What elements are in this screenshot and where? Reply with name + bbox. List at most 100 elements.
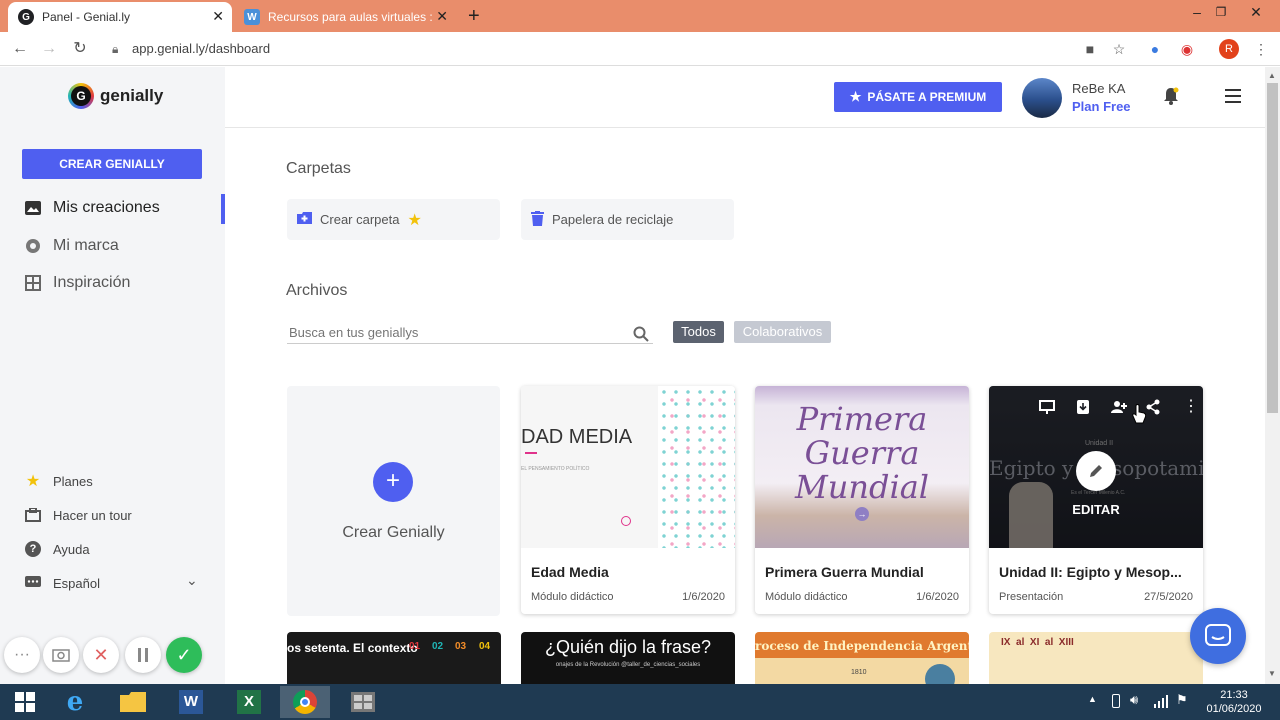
notification-bell-icon[interactable] — [1163, 87, 1179, 110]
nav-item-ayuda[interactable]: ? Ayuda — [24, 540, 90, 558]
nav-item-mi-marca[interactable]: Mi marca — [24, 237, 119, 255]
search-input[interactable] — [287, 322, 617, 340]
avatar[interactable] — [1022, 78, 1062, 118]
back-icon[interactable]: ← — [9, 39, 31, 59]
word-favicon-icon: W — [244, 9, 260, 25]
tab-title: Panel - Genial.ly — [42, 10, 131, 24]
scrollbar-thumb[interactable] — [1267, 83, 1278, 413]
genially-card-primera-guerra[interactable]: Primera Guerra Mundial → Primera Guerra … — [755, 386, 969, 614]
nav-label: Mis creaciones — [53, 199, 160, 216]
bookmark-star-icon[interactable]: ☆ — [1110, 40, 1128, 58]
create-genially-button[interactable]: CREAR GENIALLY — [22, 149, 202, 179]
nav-item-planes[interactable]: ★ Planes — [24, 472, 93, 490]
tab-recursos[interactable]: W Recursos para aulas virtuales :: Ta ✕ — [234, 2, 456, 32]
battery-icon[interactable] — [1112, 694, 1120, 708]
genially-logo[interactable]: G genially — [68, 83, 163, 109]
genially-card-row2-3[interactable]: roceso de Independencia Argentin 1810 — [755, 632, 969, 684]
network-icon[interactable] — [1154, 694, 1168, 713]
genially-card-unidad-ii[interactable]: Unidad II Egipto y Mesopotamia Es el Ter… — [989, 386, 1203, 614]
download-icon[interactable] — [1075, 399, 1091, 415]
thumb-title: Primera Guerra Mundial — [755, 402, 969, 504]
genially-card-row2-4[interactable]: IX al XI al XIII — [989, 632, 1203, 684]
search-field[interactable] — [287, 322, 653, 344]
tab-genially[interactable]: G Panel - Genial.ly ✕ — [8, 2, 232, 32]
genially-card-edad-media[interactable]: DAD MEDIA EL PENSAMIENTO POLÍTICO Edad M… — [521, 386, 735, 614]
nav-item-mis-creaciones[interactable]: Mis creaciones — [24, 199, 160, 217]
create-genially-card[interactable]: + Crear Genially — [287, 386, 500, 616]
card-date: 1/6/2020 — [682, 591, 725, 603]
filter-collab-button[interactable]: Colaborativos — [734, 321, 831, 343]
microphone-icon[interactable]: ● — [1146, 40, 1164, 58]
scroll-up-icon[interactable]: ▲ — [1268, 71, 1276, 80]
add-collaborator-icon[interactable] — [1111, 399, 1127, 415]
lock-icon: 🔒︎ — [112, 42, 119, 56]
language-selector[interactable]: Español ⌄ — [24, 572, 204, 592]
share-icon[interactable] — [1145, 399, 1161, 415]
create-folder-button[interactable]: Crear carpeta ★ — [287, 199, 500, 240]
premium-button[interactable]: ★ PÁSATE A PREMIUM — [834, 82, 1002, 112]
user-name[interactable]: ReBe KA — [1072, 81, 1125, 96]
browser-menu-icon[interactable]: ⋮ — [1252, 40, 1270, 58]
word-icon[interactable]: W — [166, 686, 216, 718]
thumb-title: ¿Quién dijo la frase? — [544, 637, 712, 657]
search-icon[interactable] — [633, 326, 649, 347]
card-date: 1/6/2020 — [916, 591, 959, 603]
clock[interactable]: 21:33 01/06/2020 — [1200, 688, 1268, 716]
camera-icon[interactable]: ■ — [1081, 40, 1099, 58]
arrow-icon: → — [855, 507, 869, 521]
thumb-title: os setenta. El contexto — [287, 641, 418, 655]
restore-icon[interactable]: ❐ — [1206, 2, 1236, 26]
logo-icon: G — [68, 83, 94, 109]
taskbar: e W X ▲ 🔊︎ ⚑ 21:33 01/06/2020 — [0, 684, 1280, 720]
close-tab-icon[interactable]: ✕ — [212, 8, 224, 25]
internet-explorer-icon[interactable]: e — [50, 686, 100, 718]
tray-expand-icon[interactable]: ▲ — [1088, 694, 1097, 704]
edit-icon[interactable] — [1076, 451, 1116, 491]
files-heading: Archivos — [286, 282, 348, 299]
thumb-dot — [621, 516, 631, 526]
reload-icon[interactable]: ↻ — [69, 39, 91, 59]
thumb-number: 03 — [455, 641, 467, 652]
scroll-down-icon[interactable]: ▼ — [1268, 669, 1276, 678]
recording-done-icon[interactable]: ✓ — [166, 637, 202, 673]
top-bar: ★ PÁSATE A PREMIUM ReBe KA Plan Free — [225, 67, 1265, 128]
recording-more-icon[interactable]: ··· — [4, 637, 40, 673]
user-plan[interactable]: Plan Free — [1072, 99, 1131, 114]
profile-avatar[interactable]: R — [1219, 39, 1239, 59]
sidebar: G genially CREAR GENIALLY Mis creaciones… — [0, 67, 225, 684]
forward-icon[interactable]: → — [38, 39, 60, 59]
trash-button[interactable]: Papelera de reciclaje — [521, 199, 734, 240]
close-window-icon[interactable]: ✕ — [1236, 2, 1276, 26]
nav-item-inspiracion[interactable]: Inspiración — [24, 274, 130, 292]
chat-widget-button[interactable] — [1190, 608, 1246, 664]
windows-start-icon[interactable] — [0, 686, 50, 718]
scrollbar[interactable]: ▲ ▼ — [1265, 67, 1280, 684]
filter-all-button[interactable]: Todos — [673, 321, 724, 343]
chrome-icon[interactable] — [280, 686, 330, 718]
hamburger-menu-icon[interactable] — [1225, 89, 1241, 108]
address-bar[interactable]: 🔒︎ app.genial.ly/dashboard — [106, 37, 1106, 61]
genially-card-row2-2[interactable]: ¿Quién dijo la frase? onajes de la Revol… — [521, 632, 735, 684]
volume-icon[interactable]: 🔊︎ — [1130, 692, 1138, 708]
recording-camera-icon[interactable] — [43, 637, 79, 673]
new-tab-icon[interactable]: + — [468, 5, 480, 28]
recording-cancel-icon[interactable]: ✕ — [83, 637, 119, 673]
genially-card-row2-1[interactable]: os setenta. El contexto 01 02 03 04 — [287, 632, 501, 684]
card-date: 27/5/2020 — [1144, 591, 1193, 603]
extension-icon[interactable]: ◉ — [1178, 40, 1196, 58]
app-grid-icon[interactable] — [338, 686, 388, 718]
file-explorer-icon[interactable] — [108, 686, 158, 718]
chat-icon — [24, 574, 42, 592]
excel-icon[interactable]: X — [224, 686, 274, 718]
close-tab-icon[interactable]: ✕ — [436, 8, 448, 25]
action-center-icon[interactable]: ⚑ — [1176, 692, 1188, 708]
brand-icon — [24, 237, 42, 255]
present-icon[interactable] — [1039, 399, 1055, 415]
url-text: app.genial.ly/dashboard — [132, 41, 271, 56]
recording-pause-icon[interactable] — [125, 637, 161, 673]
nav-item-hacer-tour[interactable]: Hacer un tour — [24, 506, 132, 524]
edit-label[interactable]: EDITAR — [989, 502, 1203, 517]
card-type: Módulo didáctico — [531, 591, 614, 603]
more-options-icon[interactable]: ⋮ — [1183, 399, 1199, 415]
clock-date: 01/06/2020 — [1206, 703, 1262, 715]
